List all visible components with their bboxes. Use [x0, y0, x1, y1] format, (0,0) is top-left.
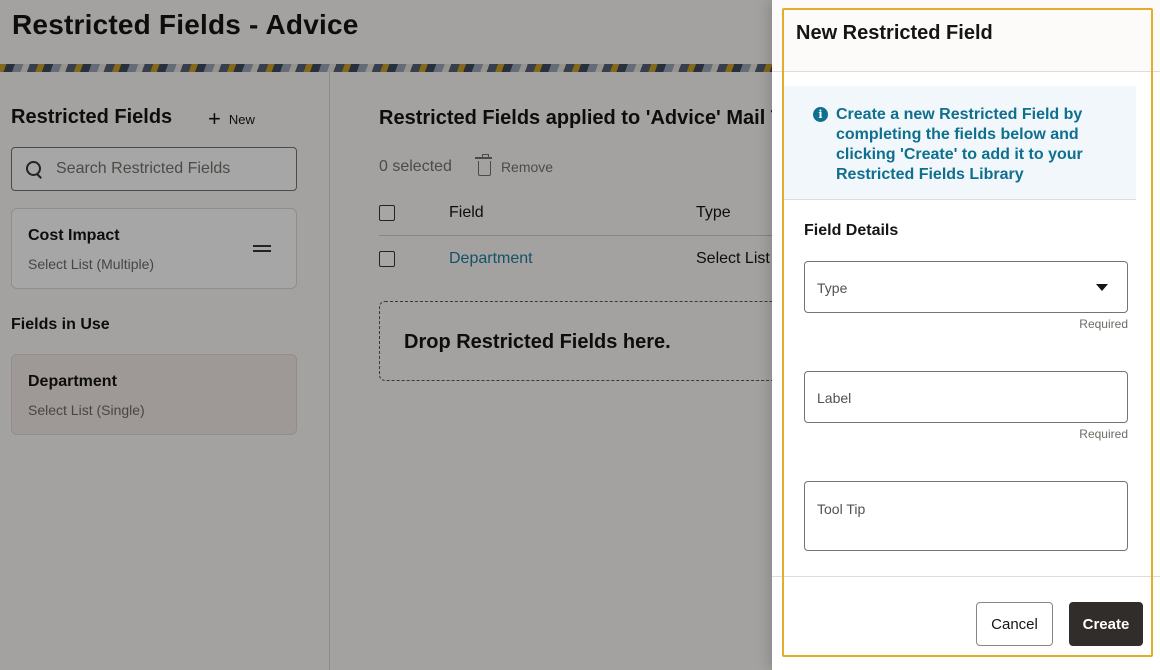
create-button[interactable]: Create [1069, 602, 1143, 646]
info-message: i Create a new Restricted Field by compl… [784, 86, 1136, 200]
field-details-heading: Field Details [804, 222, 899, 239]
drawer-title: New Restricted Field [796, 22, 993, 44]
caret-down-icon [1096, 284, 1108, 291]
cancel-button[interactable]: Cancel [976, 602, 1053, 646]
type-select[interactable]: Type [804, 261, 1128, 313]
info-text: Create a new Restricted Field by complet… [836, 106, 1083, 183]
drawer-header: New Restricted Field [772, 0, 1160, 72]
label-input[interactable]: Label [804, 371, 1128, 423]
label-required-hint: Required [1079, 427, 1128, 441]
tooltip-placeholder: Tool Tip [817, 501, 866, 517]
info-icon: i [813, 107, 828, 122]
type-required-hint: Required [1079, 317, 1128, 331]
label-placeholder: Label [817, 390, 852, 406]
type-placeholder: Type [817, 280, 848, 296]
tooltip-textarea[interactable]: Tool Tip [804, 481, 1128, 551]
new-restricted-field-drawer: New Restricted Field i Create a new Rest… [772, 0, 1160, 670]
drawer-footer: Cancel Create [772, 576, 1160, 670]
